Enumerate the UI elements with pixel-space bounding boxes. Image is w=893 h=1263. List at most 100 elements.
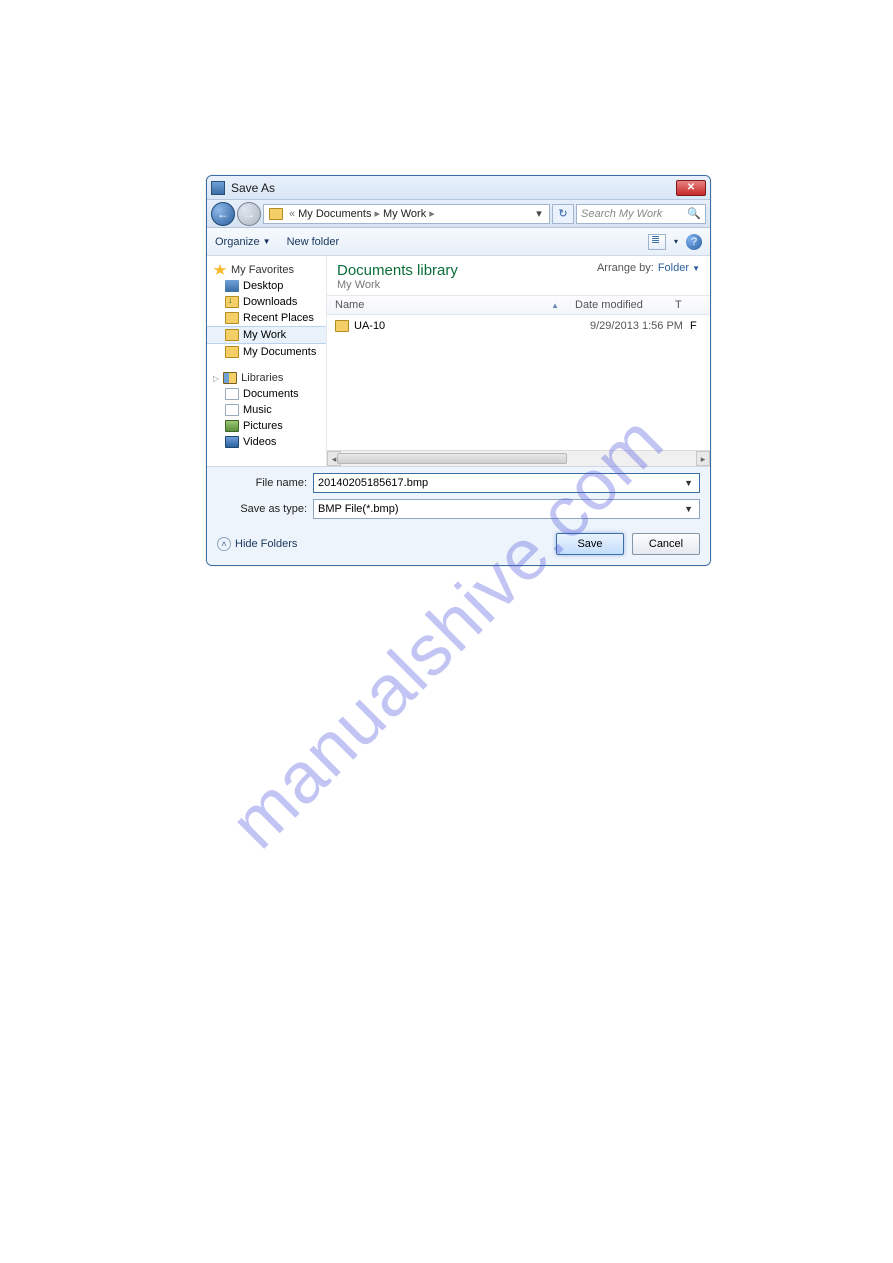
breadcrumb-part[interactable]: My Documents — [298, 208, 371, 220]
library-title: Documents library — [337, 262, 458, 279]
refresh-button[interactable]: ↻ — [552, 204, 574, 224]
savetype-dropdown[interactable]: BMP File(*.bmp) ▼ — [313, 499, 700, 519]
help-button[interactable]: ? — [686, 234, 702, 250]
savetype-value: BMP File(*.bmp) — [318, 503, 398, 515]
filename-value: 20140205185617.bmp — [318, 477, 428, 489]
folder-icon — [225, 329, 239, 341]
search-placeholder: Search My Work — [581, 208, 662, 220]
library-subtitle: My Work — [337, 279, 458, 291]
search-icon[interactable]: 🔍 — [687, 207, 701, 220]
sidebar-item-label: Desktop — [243, 280, 283, 292]
close-button[interactable]: ✕ — [676, 180, 706, 196]
save-fields: File name: 20140205185617.bmp ▼ Save as … — [207, 466, 710, 527]
file-date: 9/29/2013 1:56 PM — [590, 320, 690, 332]
nav-back-button[interactable]: ← — [211, 202, 235, 226]
libraries-icon — [223, 372, 237, 384]
chevron-right-icon: ▸ — [426, 207, 438, 220]
videos-icon — [225, 436, 239, 448]
cancel-button[interactable]: Cancel — [632, 533, 700, 555]
column-label: Name — [335, 299, 364, 311]
sidebar-item-my-work[interactable]: My Work — [207, 326, 326, 344]
sidebar-item-my-documents[interactable]: My Documents — [207, 344, 326, 360]
recent-icon — [225, 312, 239, 324]
column-name[interactable]: Name ▲ — [327, 296, 567, 314]
hide-folders-toggle[interactable]: ˄ Hide Folders — [217, 537, 297, 551]
nav-forward-button[interactable]: → — [237, 202, 261, 226]
view-options-button[interactable] — [648, 234, 666, 250]
organize-label: Organize — [215, 236, 260, 248]
star-icon — [213, 264, 227, 276]
arrange-by-label: Arrange by: — [597, 262, 654, 274]
scroll-right-button[interactable]: ▸ — [696, 451, 710, 466]
save-button[interactable]: Save — [556, 533, 624, 555]
chevron-up-icon: ˄ — [217, 537, 231, 551]
chevron-down-icon: ▼ — [263, 237, 271, 246]
column-date[interactable]: Date modified — [567, 296, 667, 314]
sort-indicator-icon: ▲ — [551, 301, 559, 310]
organize-menu[interactable]: Organize ▼ — [215, 236, 271, 248]
navbar: ← → « My Documents ▸ My Work ▸ ▾ ↻ Searc… — [207, 200, 710, 228]
column-headers: Name ▲ Date modified T — [327, 295, 710, 315]
sidebar-group-label: Libraries — [241, 372, 283, 384]
folder-icon — [269, 208, 283, 220]
folder-icon — [225, 346, 239, 358]
chevron-down-icon: ▼ — [692, 264, 700, 273]
titlebar: Save As ✕ — [207, 176, 710, 200]
document-icon — [225, 388, 239, 400]
breadcrumb-part[interactable]: My Work — [383, 208, 426, 220]
file-list-panel: Documents library My Work Arrange by: Fo… — [327, 256, 710, 466]
sidebar-group-label: My Favorites — [231, 264, 294, 276]
column-type[interactable]: T — [667, 296, 690, 314]
sidebar-item-label: Documents — [243, 388, 299, 400]
search-input[interactable]: Search My Work 🔍 — [576, 204, 706, 224]
hide-folders-label: Hide Folders — [235, 538, 297, 550]
new-folder-button[interactable]: New folder — [287, 236, 340, 248]
save-as-dialog: Save As ✕ ← → « My Documents ▸ My Work ▸… — [206, 175, 711, 566]
sidebar-item-videos[interactable]: Videos — [207, 434, 326, 450]
chevron-down-icon[interactable]: ▼ — [682, 478, 695, 488]
file-type-initial: F — [690, 320, 697, 332]
app-icon — [211, 181, 225, 195]
sidebar-item-downloads[interactable]: Downloads — [207, 294, 326, 310]
breadcrumb[interactable]: « My Documents ▸ My Work ▸ ▾ — [263, 204, 550, 224]
horizontal-scrollbar[interactable]: ◂ ▸ — [327, 450, 710, 466]
chevron-down-icon: ▷ — [213, 374, 219, 383]
sidebar-item-pictures[interactable]: Pictures — [207, 418, 326, 434]
window-title: Save As — [231, 181, 275, 195]
music-icon — [225, 404, 239, 416]
arrange-by-dropdown[interactable]: Folder ▼ — [658, 262, 700, 274]
downloads-icon — [225, 296, 239, 308]
sidebar-item-label: Pictures — [243, 420, 283, 432]
pictures-icon — [225, 420, 239, 432]
file-row[interactable]: UA-10 9/29/2013 1:56 PM F — [327, 317, 710, 335]
savetype-label: Save as type: — [217, 503, 307, 515]
chevron-right-icon: ▸ — [371, 207, 383, 220]
breadcrumb-root-chevron: « — [286, 208, 298, 220]
sidebar-item-label: My Work — [243, 329, 286, 341]
sidebar: My Favorites Desktop Downloads Recent Pl… — [207, 256, 327, 466]
dialog-body: My Favorites Desktop Downloads Recent Pl… — [207, 256, 710, 466]
dialog-footer: ˄ Hide Folders Save Cancel — [207, 527, 710, 565]
library-header: Documents library My Work Arrange by: Fo… — [327, 256, 710, 295]
toolbar: Organize ▼ New folder ▾ ? — [207, 228, 710, 256]
sidebar-item-music[interactable]: Music — [207, 402, 326, 418]
file-rows: UA-10 9/29/2013 1:56 PM F — [327, 315, 710, 450]
sidebar-item-desktop[interactable]: Desktop — [207, 278, 326, 294]
sidebar-item-label: Downloads — [243, 296, 297, 308]
sidebar-item-label: Videos — [243, 436, 276, 448]
sidebar-favorites-header[interactable]: My Favorites — [207, 262, 326, 278]
chevron-down-icon[interactable]: ▾ — [674, 237, 678, 246]
desktop-icon — [225, 280, 239, 292]
filename-input[interactable]: 20140205185617.bmp ▼ — [313, 473, 700, 493]
sidebar-item-label: My Documents — [243, 346, 316, 358]
chevron-down-icon[interactable]: ▼ — [682, 504, 695, 514]
sidebar-item-label: Music — [243, 404, 272, 416]
sidebar-libraries-header[interactable]: ▷ Libraries — [207, 370, 326, 386]
folder-icon — [335, 320, 349, 332]
scroll-thumb[interactable] — [337, 453, 567, 464]
sidebar-item-label: Recent Places — [243, 312, 314, 324]
sidebar-item-recent-places[interactable]: Recent Places — [207, 310, 326, 326]
sidebar-item-documents[interactable]: Documents — [207, 386, 326, 402]
arrange-by-value: Folder — [658, 262, 689, 274]
breadcrumb-dropdown[interactable]: ▾ — [531, 207, 547, 220]
